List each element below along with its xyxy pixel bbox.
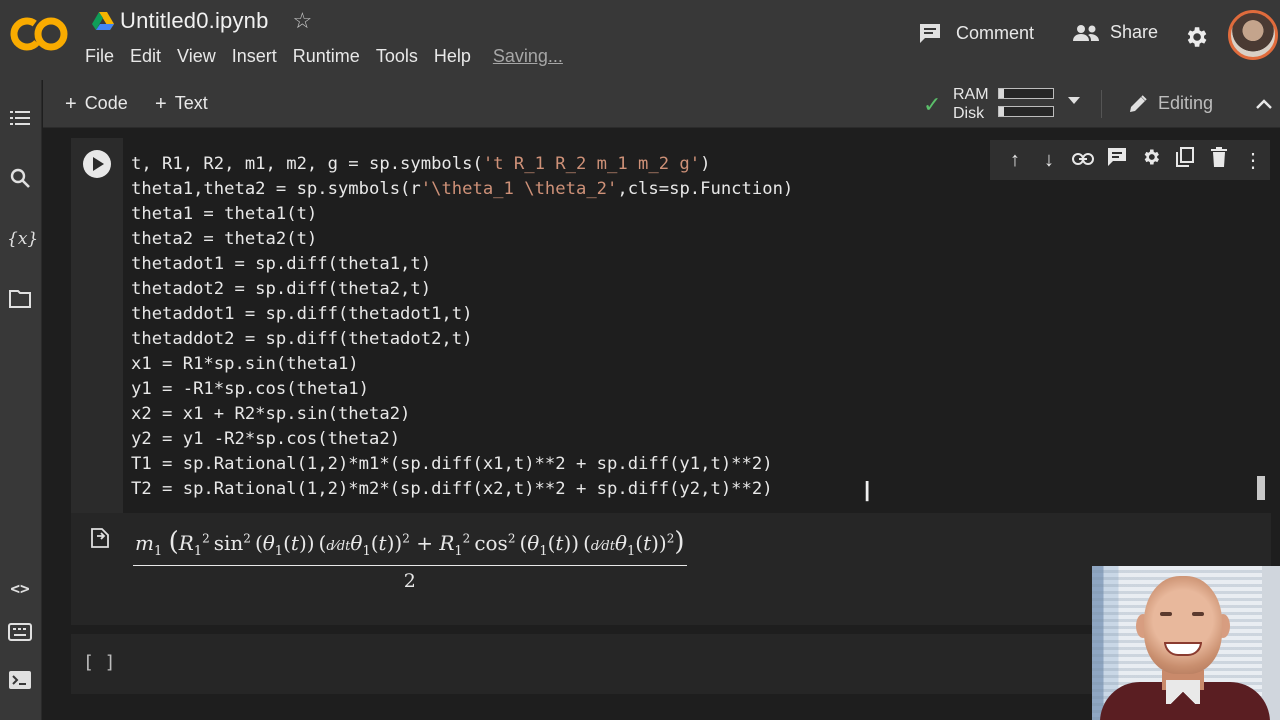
settings-gear-icon[interactable] [1183, 24, 1209, 50]
menu-tools[interactable]: Tools [376, 46, 430, 67]
table-of-contents-icon[interactable] [7, 106, 33, 132]
code-line[interactable]: theta1 = theta1(t) [131, 202, 793, 227]
saving-status[interactable]: Saving... [493, 46, 575, 67]
cell-gutter [71, 138, 123, 513]
empty-code-cell[interactable]: [ ] [71, 634, 1271, 694]
menu-edit[interactable]: Edit [130, 46, 173, 67]
code-line[interactable]: thetadot2 = sp.diff(theta2,t) [131, 277, 793, 302]
code-line[interactable]: y1 = -R1*sp.cos(theta1) [131, 377, 793, 402]
ram-usage-bar [998, 88, 1054, 99]
editing-label: Editing [1158, 93, 1214, 113]
disk-usage-bar [998, 106, 1054, 117]
editing-mode-button[interactable]: Editing [1128, 93, 1213, 114]
cell-settings-icon[interactable] [1134, 147, 1168, 173]
connected-check-icon: ✓ [923, 92, 942, 117]
menu-file[interactable]: File [85, 46, 126, 67]
link-icon[interactable] [1066, 149, 1100, 172]
comment-icon [920, 24, 940, 43]
cell-toolbar: ↑ ↓ ⋮ [990, 140, 1270, 180]
code-line[interactable]: x2 = x1 + R2*sp.sin(theta2) [131, 402, 793, 427]
output-icon[interactable] [89, 527, 111, 549]
plus-icon: + [155, 92, 167, 115]
code-line[interactable]: T1 = sp.Rational(1,2)*m1*(sp.diff(x1,t)*… [131, 452, 793, 477]
output-denominator: 2 [403, 570, 416, 592]
code-snippets-icon[interactable]: <> [7, 576, 33, 602]
code-line[interactable]: y2 = y1 -R2*sp.cos(theta2) [131, 427, 793, 452]
notebook-toolbar: + Code + Text ✓ RAM Disk Editing [43, 80, 1280, 128]
disk-usage-fill [999, 107, 1005, 116]
colab-logo[interactable] [10, 14, 68, 54]
code-lines[interactable]: t, R1, R2, m1, m2, g = sp.symbols('t R_1… [131, 152, 793, 502]
code-line[interactable]: theta1,theta2 = sp.symbols(r'\theta_1 \t… [131, 177, 793, 202]
code-line[interactable]: theta2 = theta2(t) [131, 227, 793, 252]
files-folder-icon[interactable] [7, 288, 33, 314]
command-palette-icon[interactable] [7, 622, 33, 648]
menu-help[interactable]: Help [434, 46, 483, 67]
toolbar-divider [1101, 90, 1102, 118]
more-options-icon[interactable]: ⋮ [1236, 148, 1270, 173]
person-eye [1160, 612, 1172, 616]
mirror-cell-icon[interactable] [1168, 147, 1202, 173]
code-line[interactable]: thetaddot1 = sp.diff(thetadot1,t) [131, 302, 793, 327]
output-numerator: m1 (R12 sin2 (θ1(t)) (d⁄dtθ1(t))2 + R12 … [133, 527, 687, 566]
move-down-icon[interactable]: ↓ [1032, 149, 1066, 172]
horizontal-scrollbar[interactable] [1257, 476, 1265, 500]
add-code-button[interactable]: + Code [65, 93, 128, 114]
plus-icon: + [65, 92, 77, 115]
variables-icon[interactable]: {𝑥} [7, 226, 38, 252]
notebook-title[interactable]: Untitled0.ipynb [120, 8, 269, 34]
search-icon[interactable] [7, 166, 33, 192]
share-label: Share [1110, 22, 1159, 42]
add-code-label: Code [84, 93, 128, 113]
code-line[interactable]: t, R1, R2, m1, m2, g = sp.symbols('t R_1… [131, 152, 793, 177]
people-icon [1073, 24, 1099, 41]
move-up-icon[interactable]: ↑ [998, 149, 1032, 172]
terminal-icon[interactable] [7, 670, 33, 696]
comment-label: Comment [956, 22, 1035, 43]
cell-output: m1 (R12 sin2 (θ1(t)) (d⁄dtθ1(t))2 + R12 … [71, 513, 1271, 625]
left-sidebar: {𝑥} <> [0, 80, 42, 720]
resources-indicator[interactable]: RAM Disk [953, 85, 989, 123]
account-avatar[interactable] [1228, 10, 1278, 60]
runtime-dropdown-icon[interactable] [1068, 97, 1080, 104]
code-line[interactable]: x1 = R1*sp.sin(theta1) [131, 352, 793, 377]
code-line[interactable]: thetaddot2 = sp.diff(thetadot2,t) [131, 327, 793, 352]
code-area: t, R1, R2, m1, m2, g = sp.symbols('t R_1… [123, 138, 1271, 513]
cell-prompt[interactable]: [ ] [83, 652, 116, 673]
menu-view[interactable]: View [177, 46, 228, 67]
latex-output: m1 (R12 sin2 (θ1(t)) (d⁄dtθ1(t))2 + R12 … [133, 527, 687, 592]
text-cursor-icon: I [863, 475, 872, 508]
person-eye [1192, 612, 1204, 616]
menu-bar: File Edit View Insert Runtime Tools Help… [85, 46, 579, 67]
menu-insert[interactable]: Insert [232, 46, 289, 67]
code-line[interactable]: thetadot1 = sp.diff(theta1,t) [131, 252, 793, 277]
drive-icon [92, 12, 114, 30]
app-header: Untitled0.ipynb ☆ File Edit View Insert … [0, 0, 1280, 80]
comment-button[interactable]: Comment [918, 22, 1034, 44]
collapse-header-icon[interactable] [1255, 94, 1273, 115]
pencil-icon [1130, 94, 1147, 112]
window-frame [1262, 566, 1280, 720]
person-head [1144, 576, 1222, 674]
star-icon[interactable]: ☆ [293, 10, 313, 32]
disk-label: Disk [953, 105, 985, 122]
ram-usage-fill [999, 89, 1005, 98]
add-text-label: Text [174, 93, 208, 113]
title-row: Untitled0.ipynb ☆ [92, 8, 312, 34]
comment-icon[interactable] [1100, 147, 1134, 173]
add-text-button[interactable]: + Text [155, 93, 208, 114]
delete-icon[interactable] [1202, 147, 1236, 173]
person-collar [1166, 680, 1200, 704]
code-cell[interactable]: t, R1, R2, m1, m2, g = sp.symbols('t R_1… [71, 138, 1271, 513]
share-button[interactable]: Share [1072, 22, 1158, 43]
code-editor[interactable]: t, R1, R2, m1, m2, g = sp.symbols('t R_1… [123, 142, 1219, 499]
code-line[interactable]: T2 = sp.Rational(1,2)*m2*(sp.diff(x2,t)*… [131, 477, 793, 502]
ram-label: RAM [953, 86, 989, 103]
run-cell-button[interactable] [83, 150, 111, 178]
webcam-video-overlay [1092, 566, 1280, 720]
menu-runtime[interactable]: Runtime [293, 46, 372, 67]
